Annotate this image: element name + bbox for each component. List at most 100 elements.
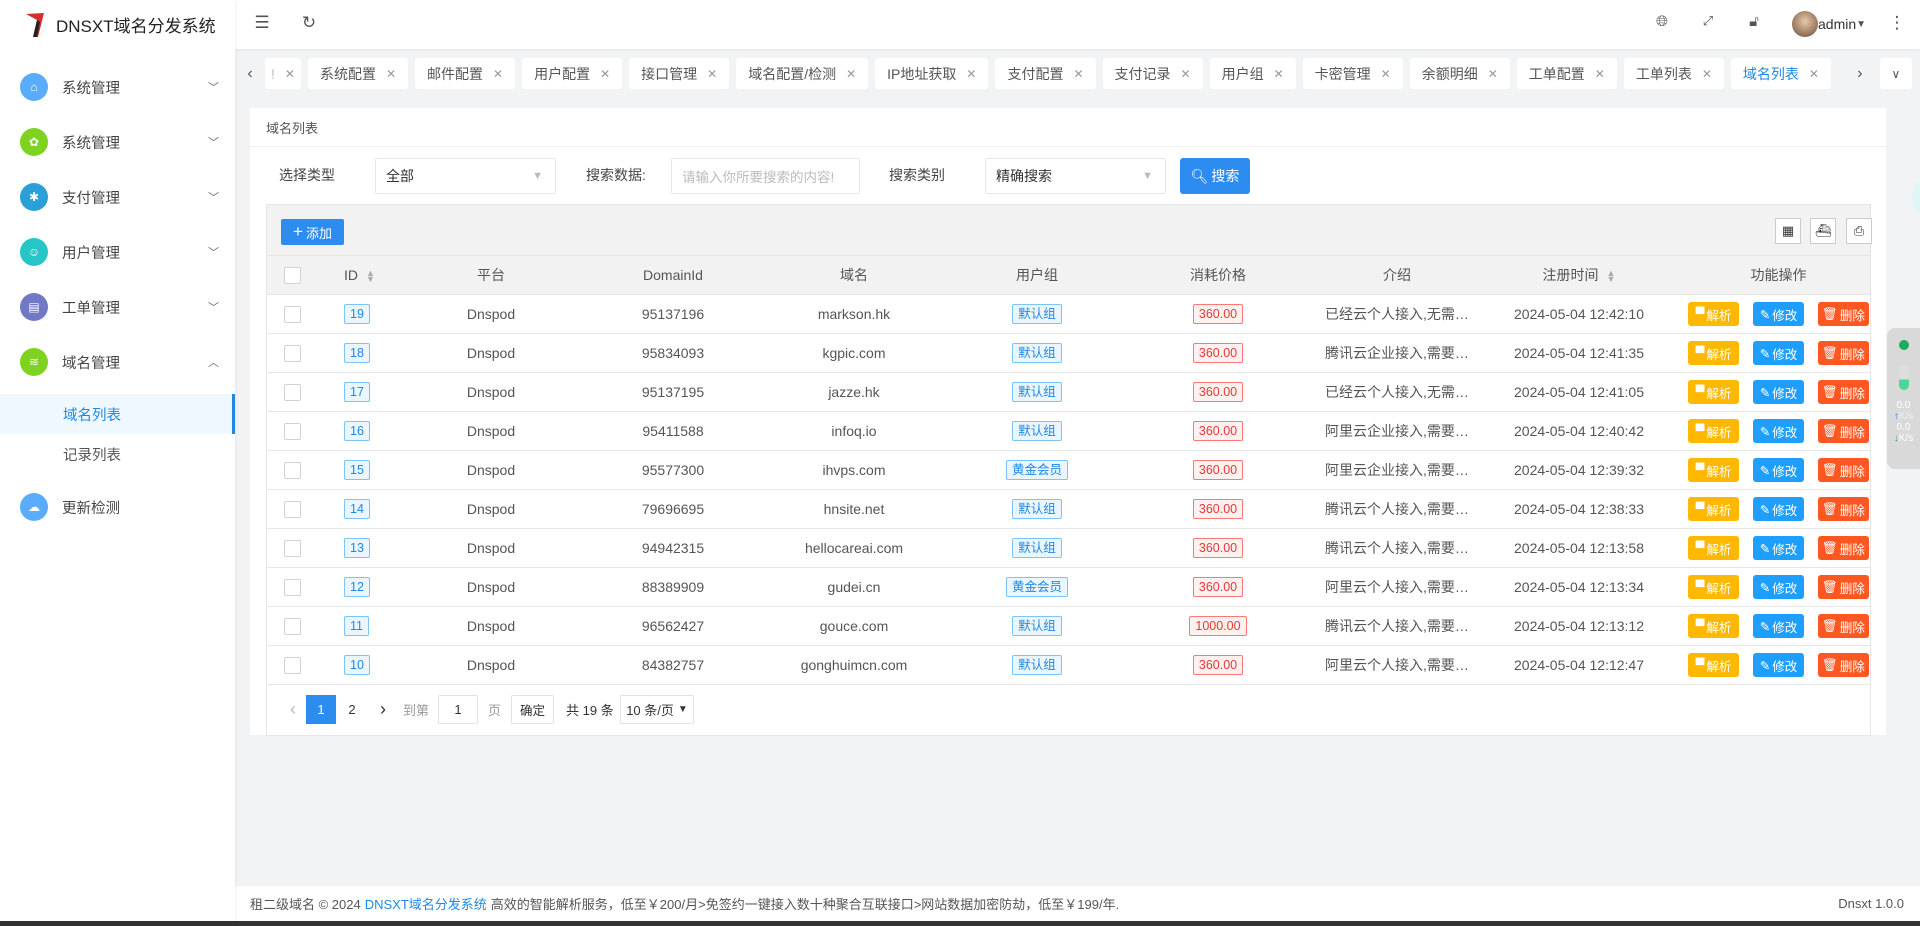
- edit-button[interactable]: ✎ 修改: [1753, 458, 1804, 482]
- network-speed-widget[interactable]: 0.0 ↑K/s 0.0 ↓K/s: [1887, 328, 1920, 469]
- row-checkbox[interactable]: [283, 383, 301, 401]
- delete-button[interactable]: 🗑︎ 删除: [1818, 653, 1869, 677]
- parse-button[interactable]: ▀ 解析: [1688, 419, 1739, 443]
- close-icon[interactable]: ✕: [285, 67, 295, 81]
- sidebar-item-1[interactable]: ✿ 系统管理 ﹀: [0, 117, 235, 167]
- lock-icon[interactable]: 🔓︎: [1742, 13, 1766, 30]
- delete-button[interactable]: 🗑︎ 删除: [1818, 575, 1869, 599]
- close-icon[interactable]: ✕: [1181, 67, 1191, 81]
- refresh-icon[interactable]: ↻: [297, 13, 321, 33]
- footer-link[interactable]: DNSXT域名分发系统: [365, 894, 487, 913]
- close-icon[interactable]: ✕: [1595, 67, 1605, 81]
- row-checkbox[interactable]: [283, 656, 301, 674]
- tab-4[interactable]: 域名配置/检测 ✕: [736, 58, 869, 89]
- tab-12[interactable]: 工单列表 ✕: [1623, 58, 1724, 89]
- tab-10[interactable]: 余额明细 ✕: [1409, 58, 1510, 89]
- row-checkbox[interactable]: [283, 617, 301, 635]
- columns-icon[interactable]: ▦: [1775, 218, 1801, 244]
- globe-icon[interactable]: 🌐︎: [1650, 13, 1674, 30]
- parse-button[interactable]: ▀ 解析: [1688, 497, 1739, 521]
- mode-select[interactable]: 精确搜索 ▼: [985, 158, 1166, 194]
- edit-button[interactable]: ✎ 修改: [1753, 614, 1804, 638]
- page-1[interactable]: 1: [306, 695, 336, 724]
- close-icon[interactable]: ✕: [1274, 67, 1284, 81]
- row-checkbox[interactable]: [283, 461, 301, 479]
- close-icon[interactable]: ✕: [600, 67, 610, 81]
- delete-button[interactable]: 🗑︎ 删除: [1818, 302, 1869, 326]
- sidebar-item-3[interactable]: ☺ 用户管理 ﹀: [0, 227, 235, 277]
- sidebar-item-4[interactable]: ▤ 工单管理 ﹀: [0, 282, 235, 332]
- search-button[interactable]: 🔍︎ 搜索: [1180, 158, 1250, 194]
- parse-button[interactable]: ▀ 解析: [1688, 536, 1739, 560]
- tab-9[interactable]: 卡密管理 ✕: [1302, 58, 1403, 89]
- select-all-checkbox[interactable]: [283, 266, 301, 284]
- close-icon[interactable]: ✕: [707, 67, 717, 81]
- tab-8[interactable]: 用户组 ✕: [1209, 58, 1296, 89]
- tab-0[interactable]: 系统配置 ✕: [307, 58, 409, 89]
- close-icon[interactable]: ✕: [846, 67, 856, 81]
- close-icon[interactable]: ✕: [1702, 67, 1712, 81]
- delete-button[interactable]: 🗑︎ 删除: [1818, 380, 1869, 404]
- edit-button[interactable]: ✎ 修改: [1753, 341, 1804, 365]
- goto-input[interactable]: 1: [438, 695, 478, 724]
- more-vertical-icon[interactable]: ⋮: [1885, 13, 1909, 33]
- goto-confirm-button[interactable]: 确定: [511, 695, 554, 724]
- app-logo[interactable]: DNSXT域名分发系统: [0, 0, 235, 49]
- tab-7[interactable]: 支付记录 ✕: [1102, 58, 1203, 89]
- edit-button[interactable]: ✎ 修改: [1753, 536, 1804, 560]
- edit-button[interactable]: ✎ 修改: [1753, 419, 1804, 443]
- close-icon[interactable]: ✕: [1073, 67, 1083, 81]
- edit-button[interactable]: ✎ 修改: [1753, 653, 1804, 677]
- tabs-dropdown-icon[interactable]: ∨: [1879, 58, 1912, 89]
- row-checkbox[interactable]: [283, 305, 301, 323]
- type-select[interactable]: 全部 ▼: [375, 158, 556, 194]
- sidebar-item-0[interactable]: ⌂ 系统管理 ﹀: [0, 62, 235, 112]
- page-size-select[interactable]: 10 条/页 ▼: [620, 695, 694, 724]
- parse-button[interactable]: ▀ 解析: [1688, 302, 1739, 326]
- parse-button[interactable]: ▀ 解析: [1688, 575, 1739, 599]
- tabs-scroll-left-icon[interactable]: ‹: [235, 65, 265, 83]
- tabs-scroll-right-icon[interactable]: ›: [1846, 65, 1874, 83]
- parse-button[interactable]: ▀ 解析: [1688, 653, 1739, 677]
- close-icon[interactable]: ✕: [386, 67, 396, 81]
- sidebar-subitem-1[interactable]: 记录列表: [0, 434, 235, 474]
- close-icon[interactable]: ✕: [1488, 67, 1498, 81]
- sidebar-item-6[interactable]: ☁ 更新检测: [0, 482, 235, 532]
- add-button[interactable]: + 添加: [281, 219, 344, 245]
- row-checkbox[interactable]: [283, 422, 301, 440]
- side-bubble[interactable]: [1912, 180, 1920, 214]
- tab-2[interactable]: 用户配置 ✕: [522, 58, 623, 89]
- sidebar-item-2[interactable]: ✱ 支付管理 ﹀: [0, 172, 235, 222]
- delete-button[interactable]: 🗑︎ 删除: [1818, 341, 1869, 365]
- row-checkbox[interactable]: [283, 539, 301, 557]
- row-checkbox[interactable]: [283, 500, 301, 518]
- tab-11[interactable]: 工单配置 ✕: [1516, 58, 1617, 89]
- delete-button[interactable]: 🗑︎ 删除: [1818, 536, 1869, 560]
- edit-button[interactable]: ✎ 修改: [1753, 575, 1804, 599]
- tab-partial[interactable]: ! ✕: [265, 58, 301, 89]
- edit-button[interactable]: ✎ 修改: [1753, 302, 1804, 326]
- edit-button[interactable]: ✎ 修改: [1753, 380, 1804, 404]
- tab-3[interactable]: 接口管理 ✕: [629, 58, 730, 89]
- page-2[interactable]: 2: [339, 695, 365, 724]
- delete-button[interactable]: 🗑︎ 删除: [1818, 497, 1869, 521]
- sort-icon[interactable]: ▲ ▼: [1607, 269, 1616, 284]
- close-icon[interactable]: ✕: [966, 67, 976, 81]
- search-input[interactable]: 请输入你所要搜索的内容!: [671, 158, 860, 194]
- delete-button[interactable]: 🗑︎ 删除: [1818, 458, 1869, 482]
- parse-button[interactable]: ▀ 解析: [1688, 341, 1739, 365]
- column-header[interactable]: 注册时间 ▲ ▼: [1473, 265, 1685, 285]
- parse-button[interactable]: ▀ 解析: [1688, 614, 1739, 638]
- sidebar-subitem-0[interactable]: 域名列表: [0, 394, 235, 434]
- edit-button[interactable]: ✎ 修改: [1753, 497, 1804, 521]
- next-page-icon[interactable]: ›: [371, 695, 395, 724]
- close-icon[interactable]: ✕: [493, 67, 503, 81]
- tab-1[interactable]: 邮件配置 ✕: [415, 58, 516, 89]
- print-icon[interactable]: ⎙: [1846, 218, 1872, 244]
- parse-button[interactable]: ▀ 解析: [1688, 380, 1739, 404]
- tab-13[interactable]: 域名列表 ✕: [1730, 58, 1831, 89]
- sidebar-item-5[interactable]: ≋ 域名管理 ︿: [0, 337, 235, 387]
- column-header[interactable]: ID ▲ ▼: [317, 267, 385, 283]
- menu-fold-icon[interactable]: ☰: [250, 13, 274, 33]
- user-menu[interactable]: admin ▼: [1792, 11, 1866, 37]
